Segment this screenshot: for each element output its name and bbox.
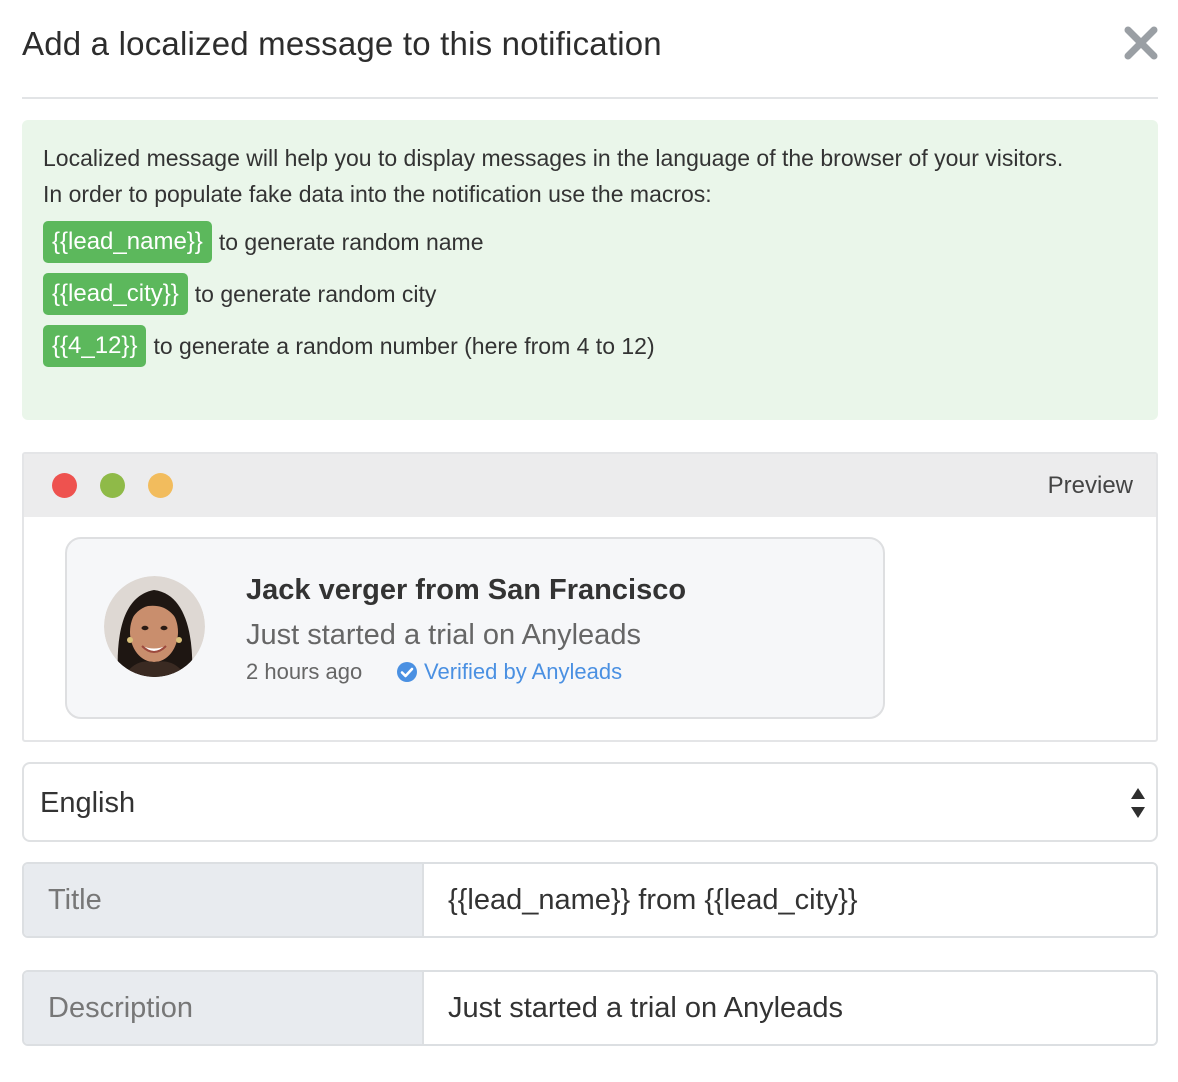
macro-badge-lead-name: {{lead_name}}	[43, 221, 212, 263]
description-field-group: Description	[22, 970, 1158, 1046]
preview-window-bar: Preview	[24, 454, 1156, 517]
language-select[interactable]: English	[22, 762, 1158, 842]
title-field-label: Title	[24, 864, 424, 936]
notification-time: 2 hours ago	[246, 659, 363, 684]
sort-arrows-icon	[1131, 788, 1145, 818]
macro-row: {{4_12}} to generate a random number (he…	[43, 322, 1137, 370]
header-divider	[22, 97, 1158, 99]
verified-text: Verified by Anyleads	[424, 659, 623, 684]
macro-description: to generate random city	[194, 281, 437, 307]
info-box: Localized message will help you to displ…	[22, 120, 1158, 420]
macro-badge-number: {{4_12}}	[43, 325, 147, 367]
window-dot-red	[52, 473, 77, 498]
avatar	[104, 576, 205, 677]
macro-row: {{lead_name}} to generate random name	[43, 218, 1137, 266]
preview-frame: Preview Jack verger from San Francisco J…	[22, 452, 1158, 742]
title-field-group: Title	[22, 862, 1158, 938]
close-icon[interactable]	[1122, 24, 1160, 62]
macro-badge-lead-city: {{lead_city}}	[43, 273, 188, 315]
check-circle-icon	[397, 662, 417, 682]
macro-row: {{lead_city}} to generate random city	[43, 270, 1137, 318]
preview-label: Preview	[1047, 472, 1133, 499]
title-input[interactable]	[426, 864, 1156, 936]
notification-title: Jack verger from San Francisco	[246, 574, 687, 606]
info-macros-intro: In order to populate fake data into the …	[43, 181, 712, 207]
window-dot-yellow	[148, 473, 173, 498]
macro-description: to generate random name	[218, 229, 484, 255]
modal-title: Add a localized message to this notifica…	[22, 25, 662, 62]
macro-description: to generate a random number (here from 4…	[153, 333, 655, 359]
info-description: Localized message will help you to displ…	[43, 145, 1064, 171]
description-field-label: Description	[24, 972, 424, 1044]
notification-card: Jack verger from San Francisco Just star…	[65, 537, 885, 719]
notification-description: Just started a trial on Anyleads	[246, 619, 641, 651]
description-input[interactable]	[426, 972, 1156, 1044]
verified-badge: Verified by Anyleads	[396, 656, 622, 688]
language-select-value: English	[40, 787, 136, 819]
window-dot-green	[100, 473, 125, 498]
